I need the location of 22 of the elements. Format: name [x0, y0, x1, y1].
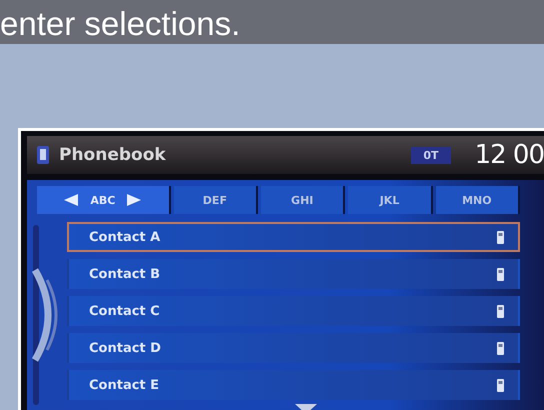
letter-tab[interactable]: JKL	[348, 186, 433, 214]
phone-icon	[497, 378, 504, 392]
phone-icon	[497, 268, 504, 280]
phone-icon	[497, 342, 504, 354]
contact-row[interactable]: Contact E	[67, 370, 520, 400]
contact-row[interactable]: Contact A	[67, 222, 520, 252]
right-arrow-icon	[127, 194, 142, 206]
caption-text: enter selections.	[0, 4, 240, 44]
letter-tab[interactable]: MNO	[436, 186, 520, 214]
contact-row[interactable]: Contact D	[67, 333, 520, 363]
contact-row[interactable]: Contact C	[67, 296, 520, 326]
phone-icon	[497, 230, 504, 244]
phone-icon	[37, 146, 49, 164]
left-arrow-icon	[64, 194, 78, 206]
letter-tab[interactable]: GHI	[261, 186, 346, 214]
contact-row[interactable]: Contact B	[67, 259, 520, 289]
letter-tab[interactable]: DEF	[174, 186, 258, 214]
clock: 12 00	[474, 140, 544, 170]
status-indicator: 0T	[411, 146, 451, 164]
phone-icon	[497, 304, 504, 318]
screen-title: Phonebook	[59, 145, 167, 165]
letter-tab[interactable]: ABC	[37, 186, 171, 214]
